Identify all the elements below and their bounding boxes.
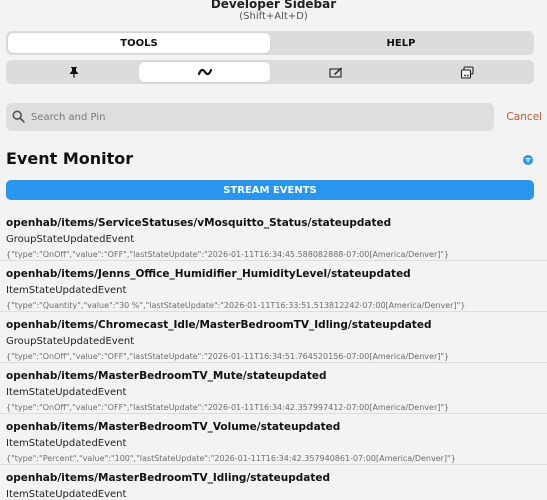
sidebar-title: Developer Sidebar bbox=[210, 0, 337, 11]
tab-tools[interactable]: TOOLS bbox=[8, 33, 270, 53]
list-item[interactable]: openhab/items/Jenns_Office_Humidifier_Hu… bbox=[0, 261, 547, 312]
edit-box-icon bbox=[328, 66, 343, 78]
list-item[interactable]: openhab/items/MasterBedroomTV_Idling/sta… bbox=[0, 465, 547, 500]
stack-icon bbox=[460, 65, 474, 79]
event-type: ItemStateUpdatedEvent bbox=[6, 387, 127, 398]
event-payload: {"type":"Quantity","value":"30 %","lastS… bbox=[6, 301, 466, 310]
event-payload: {"type":"OnOff","value":"OFF","lastState… bbox=[6, 250, 450, 259]
tab-stack[interactable] bbox=[401, 62, 532, 82]
event-topic: openhab/items/MasterBedroomTV_Mute/state… bbox=[6, 370, 327, 382]
tool-tab-bar bbox=[6, 60, 534, 84]
filter-icon[interactable] bbox=[523, 155, 533, 165]
activity-icon bbox=[197, 67, 212, 77]
event-type: GroupStateUpdatedEvent bbox=[6, 336, 135, 347]
page-title: Event Monitor bbox=[6, 149, 134, 168]
event-topic: openhab/items/MasterBedroomTV_Idling/sta… bbox=[6, 472, 331, 484]
event-payload: {"type":"OnOff","value":"OFF","lastState… bbox=[6, 403, 450, 412]
event-list: openhab/items/ServiceStatuses/vMosquitto… bbox=[0, 210, 547, 500]
stream-events-button[interactable]: STREAM EVENTS bbox=[6, 180, 534, 200]
event-topic: openhab/items/Jenns_Office_Humidifier_Hu… bbox=[6, 268, 411, 280]
list-item[interactable]: openhab/items/ServiceStatuses/vMosquitto… bbox=[0, 210, 547, 261]
event-type: ItemStateUpdatedEvent bbox=[6, 285, 127, 296]
tab-editor[interactable] bbox=[270, 62, 401, 82]
list-item[interactable]: openhab/items/Chromecast_Idle/MasterBedr… bbox=[0, 312, 547, 363]
event-payload: {"type":"Percent","value":"100","lastSta… bbox=[6, 454, 456, 463]
search-icon bbox=[12, 108, 25, 127]
tab-pinned[interactable] bbox=[8, 62, 139, 82]
tab-help[interactable]: HELP bbox=[270, 33, 532, 53]
pin-icon bbox=[68, 66, 80, 78]
sidebar-header: Developer Sidebar (Shift+Alt+D) bbox=[0, 0, 547, 26]
tab-activity[interactable] bbox=[139, 62, 270, 82]
main-tab-bar: TOOLS HELP bbox=[6, 31, 534, 55]
event-type: ItemStateUpdatedEvent bbox=[6, 489, 127, 500]
list-item[interactable]: openhab/items/MasterBedroomTV_Mute/state… bbox=[0, 363, 547, 414]
sidebar-shortcut: (Shift+Alt+D) bbox=[239, 11, 308, 22]
search-row: Cancel bbox=[6, 103, 542, 131]
search-field[interactable] bbox=[6, 103, 495, 131]
event-type: GroupStateUpdatedEvent bbox=[6, 234, 135, 245]
list-item[interactable]: openhab/items/MasterBedroomTV_Volume/sta… bbox=[0, 414, 547, 465]
developer-sidebar: Developer Sidebar (Shift+Alt+D) TOOLS HE… bbox=[0, 0, 547, 500]
cancel-button[interactable]: Cancel bbox=[506, 111, 542, 123]
event-topic: openhab/items/ServiceStatuses/vMosquitto… bbox=[6, 217, 392, 229]
search-input[interactable] bbox=[31, 111, 471, 123]
event-topic: openhab/items/Chromecast_Idle/MasterBedr… bbox=[6, 319, 432, 331]
event-topic: openhab/items/MasterBedroomTV_Volume/sta… bbox=[6, 421, 341, 433]
event-payload: {"type":"OnOff","value":"OFF","lastState… bbox=[6, 352, 450, 361]
event-type: ItemStateUpdatedEvent bbox=[6, 438, 127, 449]
